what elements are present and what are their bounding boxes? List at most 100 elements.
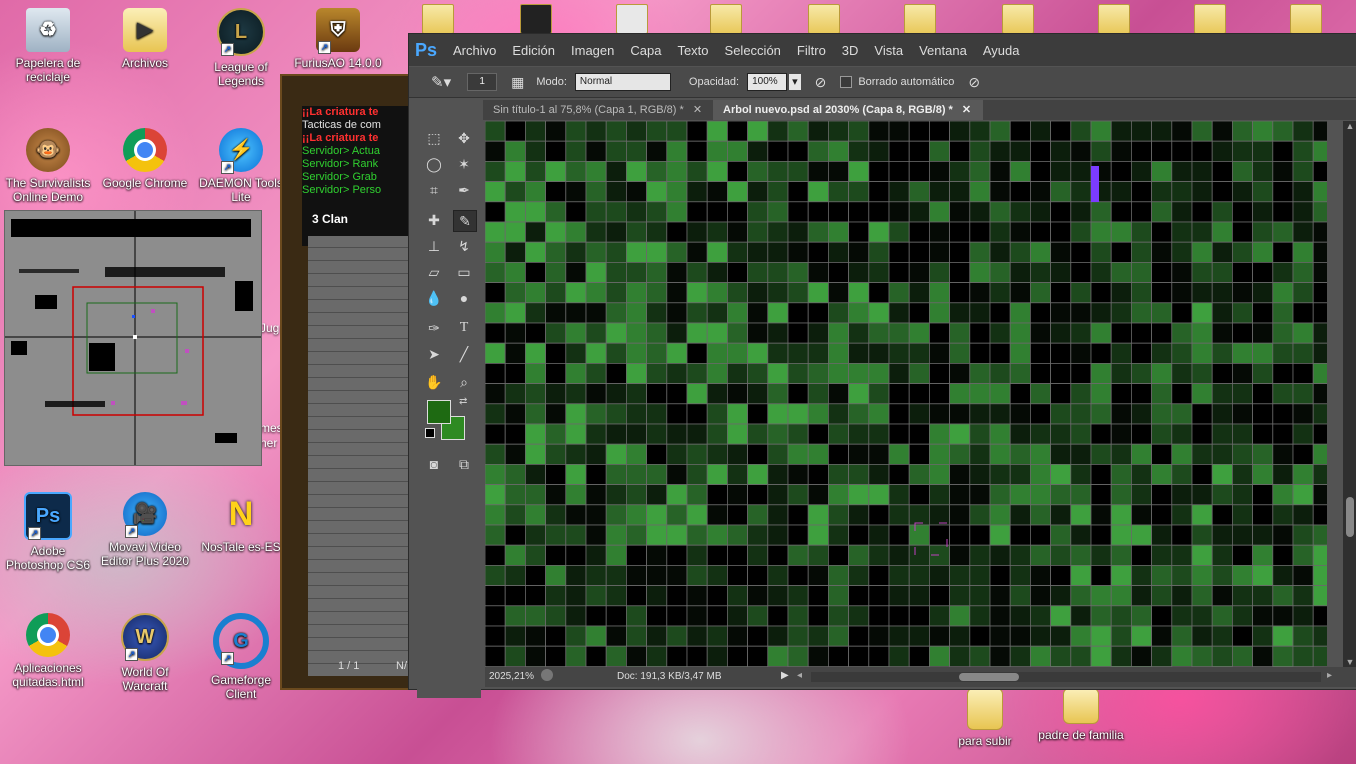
eyedropper-icon[interactable]: ✒	[453, 180, 475, 200]
menu-seleccion[interactable]: Selección	[725, 43, 781, 58]
folder-icon[interactable]	[1000, 0, 1036, 34]
photoshop-window[interactable]: Ps Archivo Edición Imagen Capa Texto Sel…	[408, 33, 1356, 698]
brush-size-field[interactable]: 1	[467, 73, 498, 91]
menu-imagen[interactable]: Imagen	[571, 43, 614, 58]
game-window[interactable]: ¡¡La criatura te Tacticas de com ¡¡La cr…	[280, 74, 412, 690]
pen-tool-icon[interactable]: ✑	[423, 318, 445, 338]
minimap-graphic	[5, 211, 261, 465]
desktop-icon-padre-familia[interactable]: padre de familia	[1036, 688, 1126, 742]
close-icon[interactable]: ✕	[693, 104, 702, 116]
inventory-counter: 1 / 1	[338, 660, 360, 672]
default-colors-icon[interactable]	[425, 428, 435, 438]
desktop-icon-daemon[interactable]: ⚡ ↗ DAEMON Tools Lite	[196, 128, 286, 204]
desktop-icon-gameforge[interactable]: G ↗ Gameforge Client	[196, 613, 286, 701]
status-menu-icon[interactable]: ▶	[781, 670, 789, 681]
pressure-size-icon[interactable]: ⊘	[968, 74, 980, 91]
auto-erase-checkbox[interactable]	[840, 76, 853, 88]
menu-vista[interactable]: Vista	[874, 43, 903, 58]
folder-icon[interactable]	[1096, 0, 1132, 34]
type-tool-icon[interactable]: T	[453, 318, 475, 338]
opacity-field[interactable]: 100%	[747, 73, 788, 91]
game-minimap[interactable]	[4, 210, 262, 466]
desktop-icon-recycle-bin[interactable]: ♻ Papelera de reciclaje	[3, 8, 93, 84]
desktop-icon-movavi[interactable]: 🎥 ↗ Movavi Video Editor Plus 2020	[100, 492, 190, 568]
clan-label: 3 Clan	[312, 212, 349, 226]
gradient-icon[interactable]: ▭	[453, 262, 475, 282]
pencil-tool-icon[interactable]: ✎▾	[431, 73, 451, 91]
menu-texto[interactable]: Texto	[677, 43, 708, 58]
vertical-scrollbar[interactable]: ▲ ▼	[1343, 121, 1356, 667]
eraser-icon[interactable]: ▱	[423, 262, 445, 282]
folder-icon[interactable]	[1192, 0, 1228, 34]
desktop-icon-nostale[interactable]: N NosTale es-ES	[196, 492, 286, 554]
opacity-dropdown-icon[interactable]: ▾	[789, 74, 801, 90]
tab-sin-titulo[interactable]: Sin título-1 al 75,8% (Capa 1, RGB/8) * …	[483, 100, 713, 120]
folder-icon[interactable]	[518, 0, 554, 34]
folder-icon[interactable]	[614, 0, 650, 34]
mode-select[interactable]: Normal	[574, 73, 671, 91]
folder-icon[interactable]	[708, 0, 744, 34]
inventory-right: N/	[396, 660, 407, 672]
chat-line: Tacticas de com	[302, 119, 381, 131]
dodge-tool-icon[interactable]: ●	[453, 288, 475, 308]
pressure-opacity-icon[interactable]: ⊘	[815, 74, 827, 91]
desktop-icon-league[interactable]: L ↗ League of Legends	[196, 8, 286, 88]
foreground-color-swatch[interactable]	[427, 400, 451, 424]
menu-archivo[interactable]: Archivo	[453, 43, 496, 58]
desktop-icon-photoshop[interactable]: Ps ↗ Adobe Photoshop CS6	[3, 492, 93, 572]
desktop-icon-archivos[interactable]: ▶ Archivos	[100, 8, 190, 70]
folder-icon[interactable]	[1288, 0, 1324, 34]
clone-stamp-icon[interactable]: ⊥	[423, 236, 445, 256]
screen-mode-icon[interactable]: ⧉	[453, 454, 475, 474]
horizontal-scrollbar[interactable]	[811, 672, 1321, 682]
folder-icon[interactable]	[420, 0, 456, 34]
photoshop-icon: Ps ↗	[24, 492, 72, 540]
desktop-icon-aplicaciones[interactable]: Aplicaciones quitadas.html	[3, 613, 93, 689]
folder-icon[interactable]	[806, 0, 842, 34]
lasso-tool-icon[interactable]: ◯	[423, 154, 445, 174]
horizontal-scroll-thumb[interactable]	[959, 673, 1019, 681]
desktop-icon-para-subir[interactable]: para subir	[940, 688, 1030, 748]
scroll-left-icon[interactable]: ◂	[797, 670, 802, 681]
desktop-icon-chrome[interactable]: Google Chrome	[100, 128, 190, 190]
scroll-up-icon[interactable]: ▲	[1343, 121, 1356, 131]
brush-panel-icon[interactable]: ▦	[511, 74, 524, 91]
magic-wand-icon[interactable]: ✶	[453, 154, 475, 174]
move-tool-icon[interactable]: ✥	[453, 128, 475, 148]
close-icon[interactable]: ✕	[962, 104, 971, 116]
document-canvas[interactable]	[485, 121, 1327, 667]
vertical-scroll-thumb[interactable]	[1346, 497, 1354, 537]
partial-label-ner: ner	[260, 436, 278, 450]
folder-icon[interactable]	[902, 0, 938, 34]
status-info-icon[interactable]	[541, 669, 553, 681]
line-tool-icon[interactable]: ╱	[453, 344, 475, 364]
tab-arbol-nuevo[interactable]: Arbol nuevo.psd al 2030% (Capa 8, RGB/8)…	[713, 100, 983, 120]
photoshop-logo: Ps	[415, 39, 438, 60]
menu-capa[interactable]: Capa	[630, 43, 661, 58]
menu-edicion[interactable]: Edición	[512, 43, 555, 58]
desktop-icon-wow[interactable]: W ↗ World Of Warcraft	[100, 613, 190, 693]
menu-ayuda[interactable]: Ayuda	[983, 43, 1020, 58]
swap-colors-icon[interactable]: ⇄	[459, 396, 467, 407]
menu-ventana[interactable]: Ventana	[919, 43, 967, 58]
desktop-icon-label: para subir	[958, 734, 1012, 748]
path-select-icon[interactable]: ➤	[423, 344, 445, 364]
game-viewport[interactable]	[308, 236, 410, 676]
menu-filtro[interactable]: Filtro	[797, 43, 826, 58]
desktop-icon-survivalists[interactable]: 🐵 The Survivalists Online Demo	[3, 128, 93, 204]
hand-tool-icon[interactable]: ✋	[423, 372, 445, 392]
healing-brush-icon[interactable]: ✚	[423, 210, 445, 230]
pencil-tool-icon[interactable]: ✎	[453, 210, 477, 232]
zoom-tool-icon[interactable]: ⌕	[453, 372, 475, 392]
chrome-icon	[26, 613, 70, 657]
crop-tool-icon[interactable]: ⌗	[423, 180, 445, 200]
history-brush-icon[interactable]: ↯	[453, 236, 475, 256]
scroll-down-icon[interactable]: ▼	[1343, 657, 1356, 667]
desktop-icon-furiusao[interactable]: ⛨ ↗ FuriusAO 14.0.0	[293, 8, 383, 70]
zoom-level[interactable]: 2025,21%	[489, 671, 534, 682]
quick-mask-icon[interactable]: ◙	[423, 454, 445, 474]
blur-tool-icon[interactable]: 💧	[423, 288, 445, 308]
scroll-right-icon[interactable]: ▸	[1327, 670, 1332, 681]
menu-3d[interactable]: 3D	[842, 43, 859, 58]
marquee-tool-icon[interactable]: ⬚	[423, 128, 445, 148]
